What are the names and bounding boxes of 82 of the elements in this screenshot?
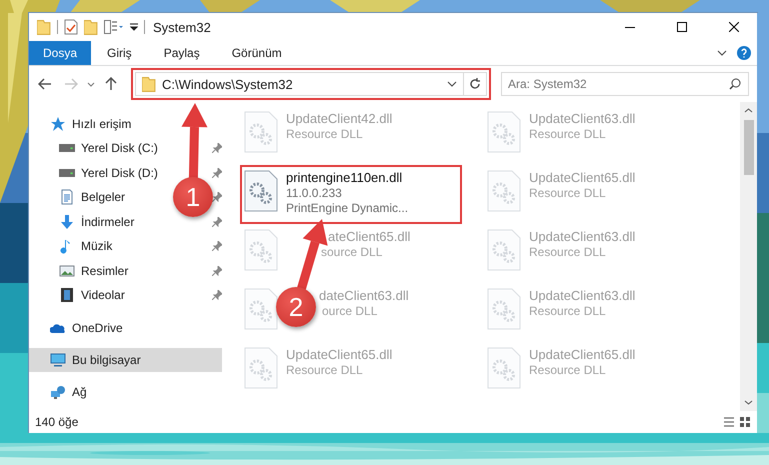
refresh-icon xyxy=(469,78,481,90)
tiles-view-icon[interactable] xyxy=(739,416,751,428)
monitor-icon xyxy=(50,352,66,368)
back-arrow-icon xyxy=(38,78,52,90)
settings-file-icon xyxy=(487,229,521,271)
recent-caret-icon[interactable] xyxy=(87,82,95,86)
settings-file-icon xyxy=(244,111,278,153)
maximize-icon xyxy=(677,22,687,32)
settings-file-icon xyxy=(487,170,521,212)
help-icon[interactable] xyxy=(737,46,751,60)
customize-caret-icon[interactable] xyxy=(130,23,138,31)
ribbon-tab[interactable]: Dosya xyxy=(29,41,92,65)
file-detail: Resource DLL xyxy=(529,363,606,377)
settings-file-icon xyxy=(244,229,278,271)
sidebar-item[interactable]: Belgeler xyxy=(29,185,134,210)
settings-file-icon xyxy=(487,347,521,389)
pin-icon[interactable] xyxy=(212,241,222,252)
ribbon-tab[interactable]: Giriş xyxy=(91,41,148,65)
settings-file-icon xyxy=(487,288,521,330)
sidebar-item[interactable]: OneDrive xyxy=(29,316,222,340)
sidebar-item[interactable]: Bu bilgisayar xyxy=(29,348,222,372)
close-icon xyxy=(729,22,739,32)
sidebar-item[interactable]: Resimler xyxy=(29,258,136,283)
ribbon-tab[interactable]: Görünüm xyxy=(216,41,298,65)
ribbon-tab[interactable]: Paylaş xyxy=(148,41,216,65)
file-detail: Resource DLL xyxy=(529,127,606,141)
file-detail: Resource DLL xyxy=(286,127,363,141)
minimize-icon xyxy=(625,26,635,28)
details-view-icon[interactable] xyxy=(723,416,735,428)
scrollbar[interactable] xyxy=(740,102,757,411)
properties-icon[interactable] xyxy=(64,19,78,35)
view-menu-icon[interactable] xyxy=(104,20,124,34)
new-folder-icon xyxy=(84,20,98,34)
settings-file-icon xyxy=(487,111,521,153)
star-icon xyxy=(50,116,66,132)
search-icon xyxy=(729,78,741,90)
scroll-thumb[interactable] xyxy=(744,120,754,175)
network-icon xyxy=(50,384,66,400)
sidebar-item[interactable]: Yerel Disk (D:) xyxy=(29,160,166,185)
sidebar-item[interactable]: Hızlı erişim xyxy=(29,112,222,136)
address-path: C:\Windows\System32 xyxy=(162,76,294,92)
pin-icon[interactable] xyxy=(212,192,222,202)
file-detail: ource DLL xyxy=(322,304,378,318)
settings-file-icon xyxy=(244,288,278,330)
pin-icon[interactable] xyxy=(212,216,222,227)
item-count: 140 öğe xyxy=(35,415,78,429)
forward-arrow-icon xyxy=(64,78,78,90)
file-detail: 11.0.0.233 xyxy=(286,186,342,200)
down-arrow-icon xyxy=(59,214,75,230)
sidebar-item[interactable]: İndirmeler xyxy=(29,210,142,234)
window-title: System32 xyxy=(153,20,211,34)
up-arrow-icon xyxy=(105,77,117,91)
drive-icon xyxy=(59,144,75,152)
pin-icon[interactable] xyxy=(212,143,222,154)
settings-file-icon xyxy=(244,170,278,212)
folder-icon xyxy=(142,76,156,92)
sidebar-item[interactable]: Videolar xyxy=(29,283,133,308)
pin-icon[interactable] xyxy=(212,290,222,300)
folder-icon xyxy=(37,20,51,34)
image-icon xyxy=(59,262,75,279)
dropdown-caret-icon[interactable] xyxy=(447,81,457,87)
film-icon xyxy=(59,287,75,304)
address-bar[interactable]: C:\Windows\System32 xyxy=(135,72,487,96)
file-detail: Resource DLL xyxy=(529,245,606,259)
drive-icon xyxy=(59,168,75,177)
document-icon xyxy=(59,189,75,206)
file-detail: Resource DLL xyxy=(529,304,606,318)
sidebar-item[interactable]: Müzik xyxy=(29,234,120,258)
pin-icon[interactable] xyxy=(212,266,222,276)
pin-icon[interactable] xyxy=(212,168,222,178)
scroll-up-icon[interactable] xyxy=(744,108,753,113)
file-detail: PrintEngine Dynamic... xyxy=(286,201,408,215)
sidebar-item[interactable]: Yerel Disk (C:) xyxy=(29,136,166,160)
expand-ribbon-icon[interactable] xyxy=(717,50,727,56)
file-detail: Resource DLL xyxy=(286,363,363,377)
file-detail: source DLL xyxy=(321,245,382,259)
search-field[interactable]: Ara: System32 xyxy=(501,72,749,96)
sidebar-item[interactable]: Ağ xyxy=(29,380,222,404)
scroll-down-icon[interactable] xyxy=(744,400,753,405)
file-detail: Resource DLL xyxy=(529,186,606,200)
settings-file-icon xyxy=(244,347,278,389)
file-name[interactable]: printengine110en.dll xyxy=(286,170,402,185)
